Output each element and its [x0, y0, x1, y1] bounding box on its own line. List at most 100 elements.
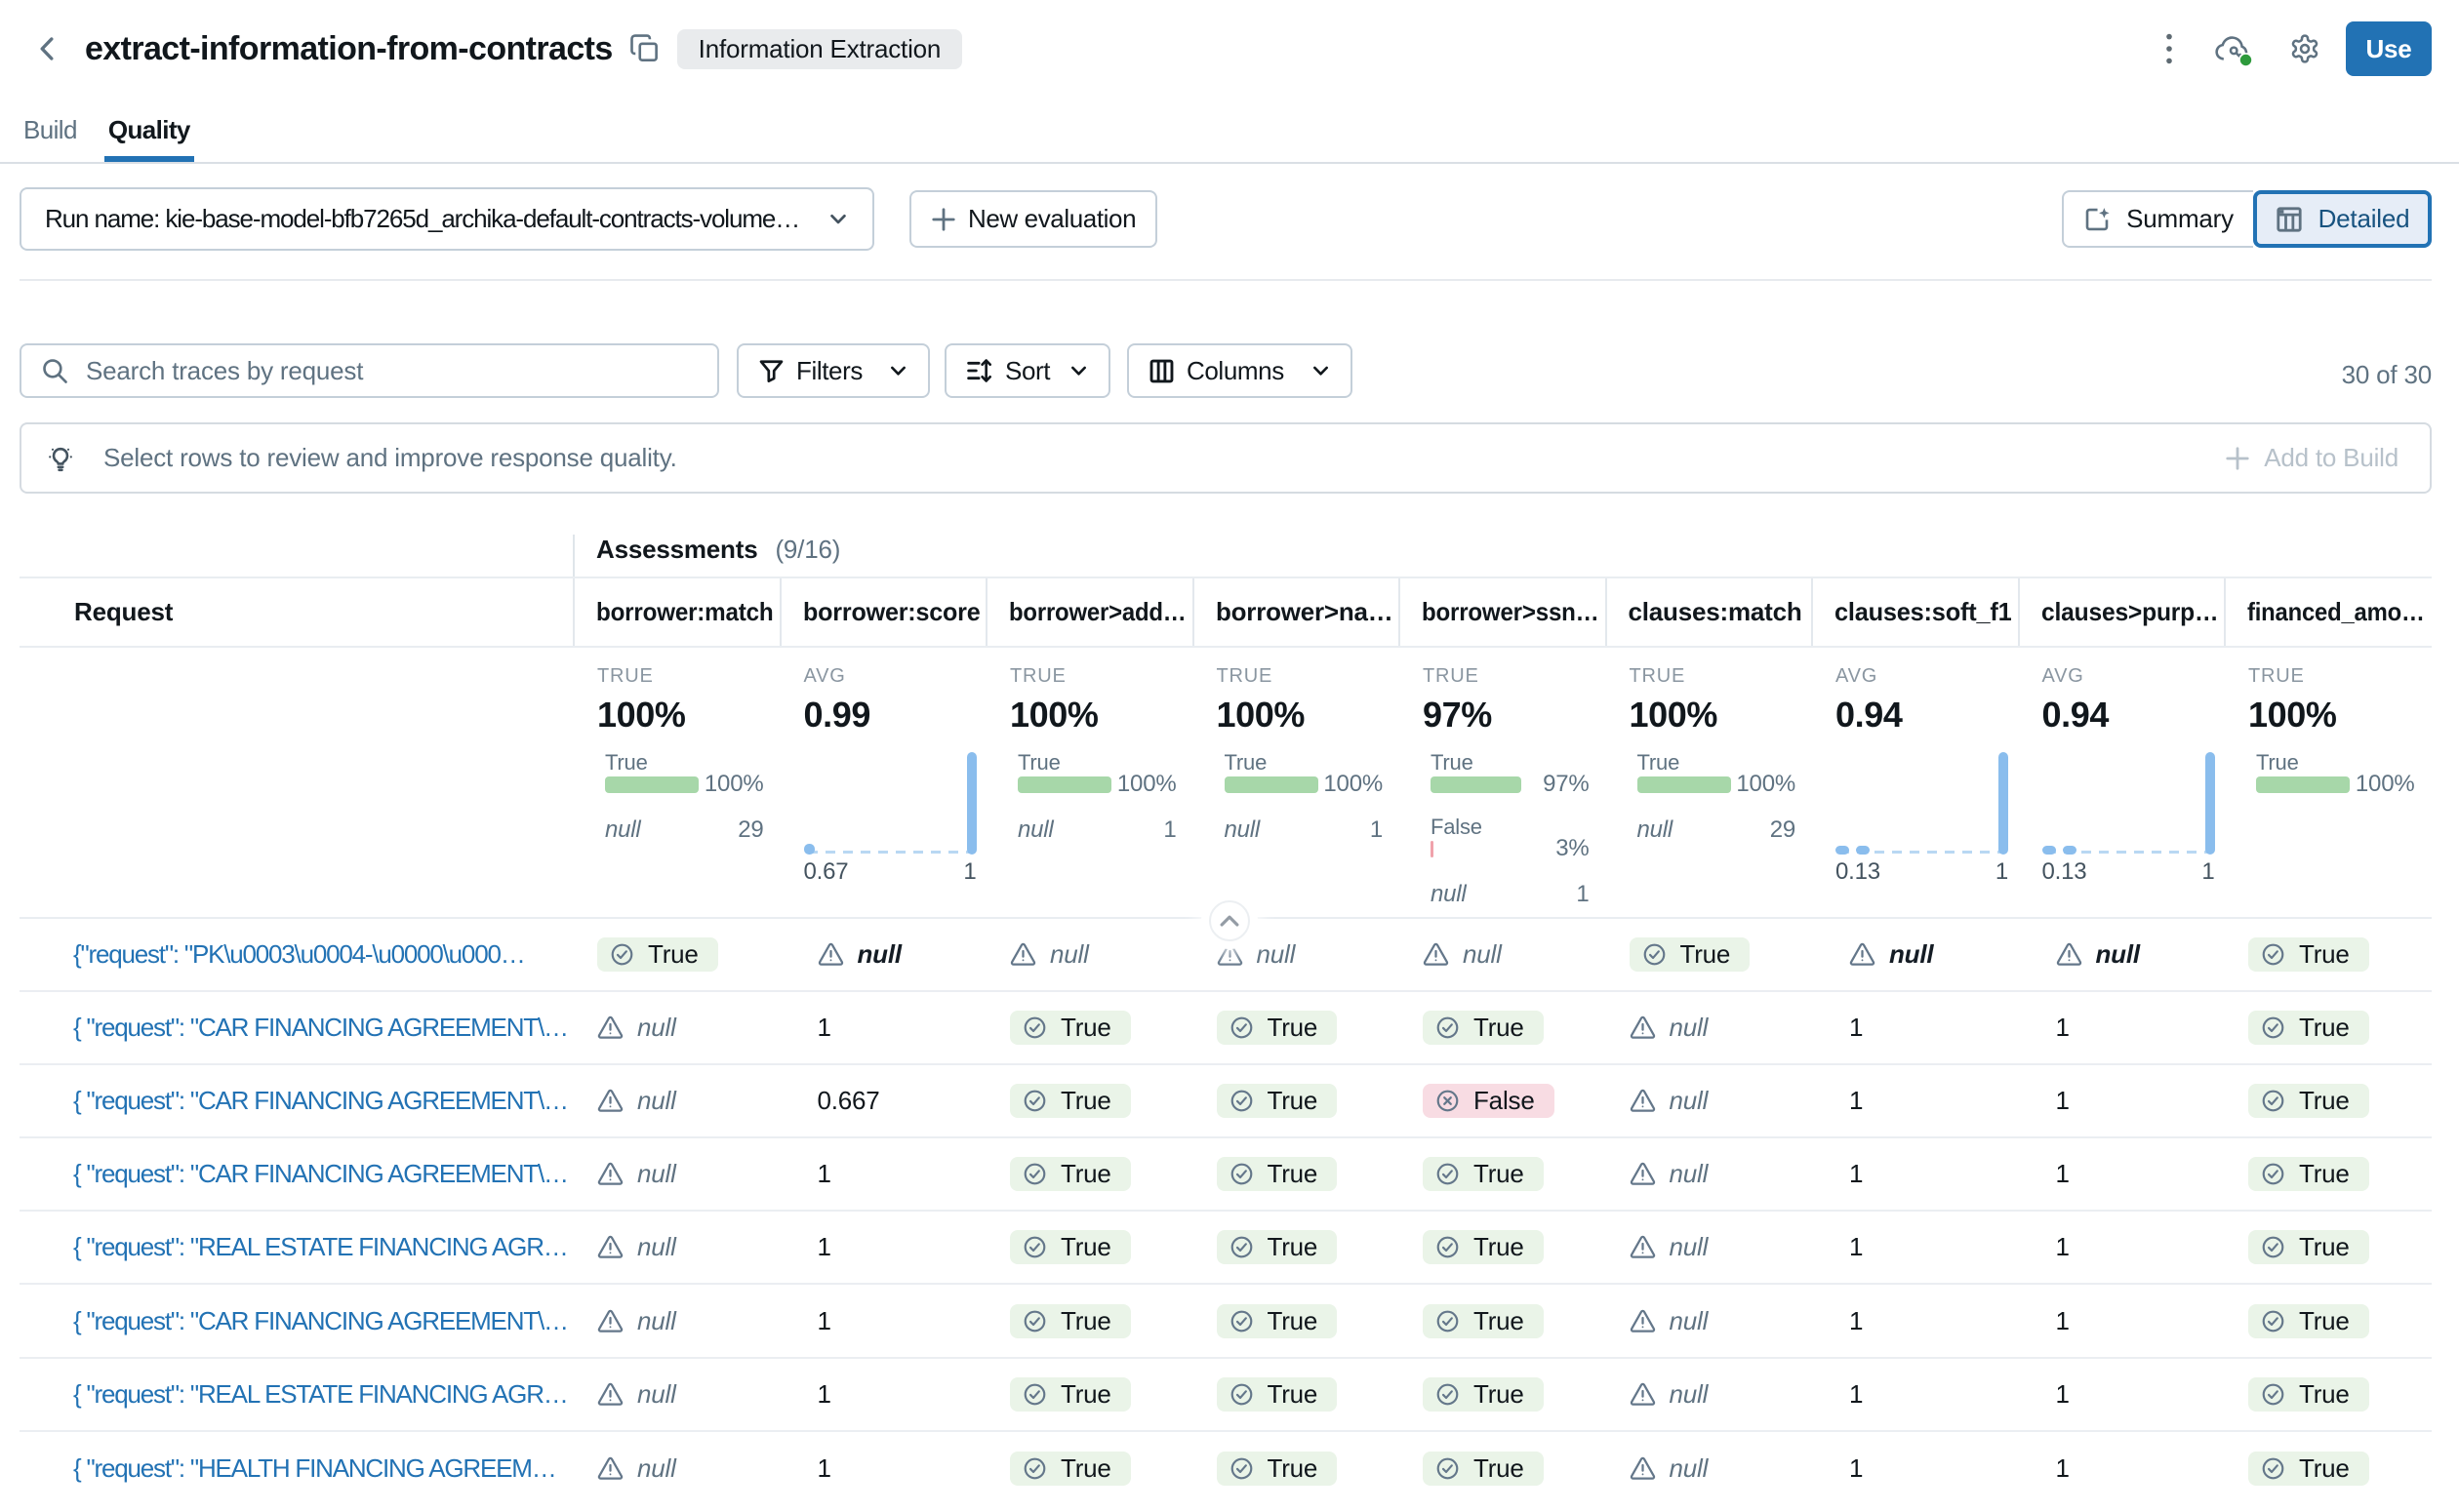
column-header[interactable]: borrower:score: [780, 578, 987, 646]
request-link[interactable]: { "request": "CAR FINANCING AGREEMENT\…: [73, 1306, 568, 1336]
column-header[interactable]: borrower:match: [573, 578, 780, 646]
copy-icon[interactable]: [630, 34, 660, 63]
null-label: null: [637, 1453, 676, 1484]
request-link[interactable]: {"request": "PK\u0003\u0004-\u0000\u000…: [73, 939, 525, 970]
collapse-stats-button[interactable]: [1209, 900, 1250, 941]
null-label: null: [1670, 1453, 1709, 1484]
add-to-build-button[interactable]: Add to Build: [2225, 443, 2399, 473]
request-link[interactable]: { "request": "HEALTH FINANCING AGREEM…: [73, 1453, 556, 1484]
warning-icon: [1010, 942, 1036, 967]
column-header-label: clauses>purp…: [2041, 597, 2218, 627]
warning-icon: [1630, 1309, 1656, 1333]
endpoint-status-button[interactable]: [2215, 34, 2248, 63]
null-value: null: [1423, 939, 1502, 970]
column-header[interactable]: clauses:match: [1605, 578, 1812, 646]
column-header-label: financed_amo…: [2247, 597, 2425, 627]
request-link[interactable]: { "request": "CAR FINANCING AGREEMENT\…: [73, 1013, 568, 1043]
request-link[interactable]: { "request": "REAL ESTATE FINANCING AGR…: [73, 1232, 568, 1262]
null-label: null: [858, 939, 902, 970]
true-badge: True: [2248, 937, 2369, 972]
numeric-value: 0.667: [818, 1086, 880, 1116]
page: extract-information-from-contracts Infor…: [0, 0, 2459, 1512]
view-detailed-button[interactable]: Detailed: [2253, 190, 2432, 248]
column-header[interactable]: clauses:soft_f1: [1811, 578, 2018, 646]
toolbar: Filters Sort Columns 30 of 30: [20, 343, 2432, 398]
stats-cell: AVG0.990.671: [780, 648, 987, 917]
mini-bar-row: 100%: [1018, 776, 1177, 793]
assessment-cell: True: [986, 1065, 1192, 1136]
search-input[interactable]: [86, 356, 698, 386]
mini-bar: [605, 776, 699, 793]
tab-quality[interactable]: Quality: [104, 98, 194, 162]
request-cell: {"request": "PK\u0003\u0004-\u0000\u000…: [20, 919, 573, 990]
numeric-value: 1: [818, 1159, 831, 1189]
null-value: null: [818, 939, 902, 970]
mini-null-label: null: [605, 818, 641, 842]
histogram: [804, 752, 977, 855]
mini-null-label: null: [1637, 818, 1673, 842]
table-row[interactable]: { "request": "CAR FINANCING AGREEMENT\…n…: [20, 1285, 2432, 1358]
sort-button[interactable]: Sort: [945, 343, 1110, 398]
mini-bar-chart: True100%: [2248, 754, 2415, 793]
badge-label: True: [1061, 1453, 1111, 1484]
table-row[interactable]: { "request": "REAL ESTATE FINANCING AGR……: [20, 1212, 2432, 1285]
check-circle-icon: [1436, 1163, 1459, 1185]
search-box[interactable]: [20, 343, 719, 398]
request-link[interactable]: { "request": "CAR FINANCING AGREEMENT\…: [73, 1086, 568, 1116]
null-label: null: [637, 1086, 676, 1116]
settings-button[interactable]: [2289, 33, 2320, 64]
mini-bar-label: True: [1225, 754, 1384, 772]
check-circle-icon: [1230, 1163, 1253, 1185]
histogram-axis: 0.131: [1835, 861, 2008, 883]
use-button[interactable]: Use: [2346, 21, 2432, 76]
columns-button[interactable]: Columns: [1127, 343, 1352, 398]
check-circle-icon: [1230, 1310, 1253, 1333]
warning-icon: [2056, 942, 2082, 967]
new-evaluation-button[interactable]: New evaluation: [909, 190, 1157, 248]
assessment-cell: 1: [780, 1212, 987, 1283]
mini-bar: [1018, 776, 1111, 793]
stats-cell: AVG0.940.131: [2018, 648, 2225, 917]
column-header[interactable]: borrower>na…: [1192, 578, 1399, 646]
run-select[interactable]: Run name: kie-base-model-bfb7265d_archik…: [20, 187, 874, 251]
true-badge: True: [1630, 937, 1751, 972]
warning-icon: [597, 1015, 624, 1040]
column-header-request[interactable]: Request: [20, 578, 573, 646]
badge-label: True: [1473, 1453, 1524, 1484]
table-row[interactable]: { "request": "CAR FINANCING AGREEMENT\…n…: [20, 1138, 2432, 1212]
warning-icon: [597, 1162, 624, 1186]
result-count: 30 of 30: [2342, 360, 2432, 390]
axis-min-label: 0.13: [2042, 861, 2087, 883]
assessment-cell: null: [2018, 919, 2225, 990]
view-summary-button[interactable]: Summary: [2062, 190, 2253, 248]
check-circle-icon: [1643, 943, 1666, 966]
request-link[interactable]: { "request": "CAR FINANCING AGREEMENT\…: [73, 1159, 568, 1189]
assessment-cell: 1: [2018, 1065, 2225, 1136]
column-header[interactable]: borrower>ssn…: [1398, 578, 1605, 646]
back-button[interactable]: [20, 25, 74, 72]
check-circle-icon: [1230, 1236, 1253, 1258]
tab-build[interactable]: Build: [20, 98, 81, 162]
null-value: null: [1630, 1379, 1709, 1410]
column-header[interactable]: borrower>add…: [986, 578, 1192, 646]
filters-button[interactable]: Filters: [737, 343, 930, 398]
null-value: null: [1849, 939, 1933, 970]
mini-bar-row: 3%: [1431, 840, 1590, 857]
column-header[interactable]: clauses>purp…: [2018, 578, 2225, 646]
numeric-value: 1: [818, 1453, 831, 1484]
assessment-cell: null: [573, 1359, 780, 1430]
overflow-menu-button[interactable]: [2164, 32, 2174, 65]
table-row[interactable]: { "request": "CAR FINANCING AGREEMENT\… n…: [20, 1065, 2432, 1138]
table-row[interactable]: { "request": "REAL ESTATE FINANCING AGR……: [20, 1359, 2432, 1432]
table-row[interactable]: { "request": "CAR FINANCING AGREEMENT\…n…: [20, 992, 2432, 1065]
assessment-cell: True: [1398, 1359, 1605, 1430]
badge-label: True: [1473, 1159, 1524, 1189]
true-badge: True: [1010, 1084, 1131, 1118]
mini-bar-chart: True100%null29: [597, 754, 764, 842]
assessment-cell: True: [986, 1212, 1192, 1283]
table-row[interactable]: { "request": "HEALTH FINANCING AGREEM… nu…: [20, 1432, 2432, 1505]
null-label: null: [1889, 939, 1933, 970]
column-header[interactable]: financed_amo…: [2224, 578, 2431, 646]
request-link[interactable]: { "request": "REAL ESTATE FINANCING AGR…: [73, 1379, 568, 1410]
assessments-count: (9/16): [775, 535, 840, 565]
